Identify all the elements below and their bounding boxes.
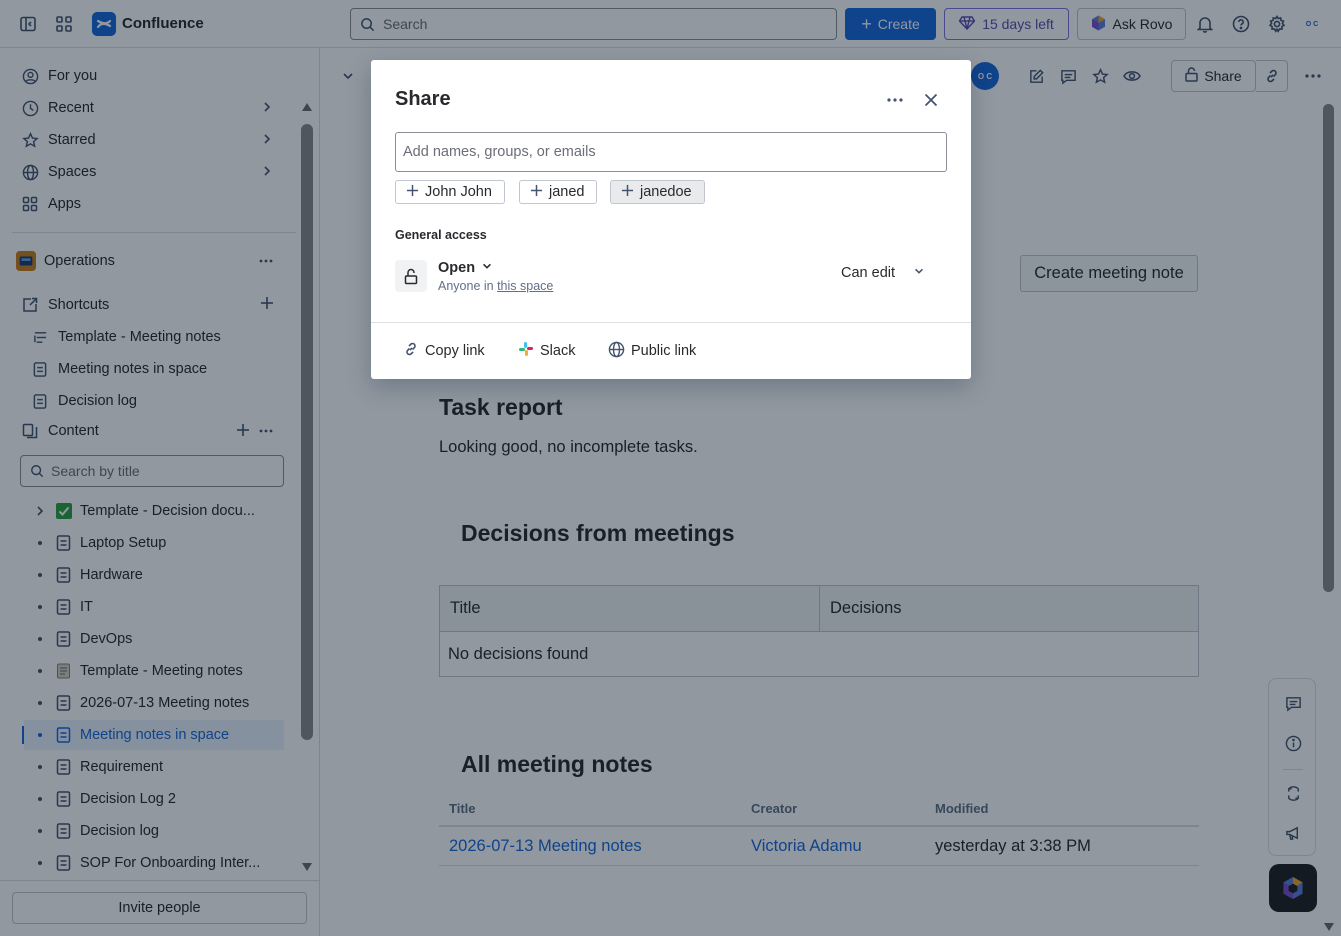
suggestion-chip[interactable]: janed [519, 180, 598, 204]
chip-label: janed [549, 184, 585, 200]
add-people-input[interactable] [395, 132, 947, 172]
slack-button[interactable]: Slack [518, 338, 575, 364]
globe-icon [608, 341, 625, 362]
copy-link-button[interactable]: Copy link [403, 338, 485, 364]
general-access-label: General access [395, 228, 487, 242]
plus-icon [621, 184, 634, 201]
suggestion-chip[interactable]: janedoe [610, 180, 705, 204]
public-link-label: Public link [631, 343, 697, 359]
access-sub-text: Anyone in [438, 279, 498, 293]
divider [371, 322, 971, 323]
share-dialog: Share John John janed janedoe General ac… [371, 60, 971, 379]
permission-dropdown[interactable]: Can edit [841, 265, 925, 281]
permission-label: Can edit [841, 265, 896, 281]
copy-link-label: Copy link [425, 343, 485, 359]
more-options-icon[interactable] [883, 90, 907, 110]
chip-label: janedoe [640, 184, 692, 200]
chevron-down-icon [481, 260, 493, 276]
slack-icon [518, 341, 534, 361]
close-icon[interactable] [920, 90, 942, 110]
access-level-label: Open [438, 260, 476, 276]
plus-icon [530, 184, 543, 201]
chip-label: John John [425, 184, 492, 200]
plus-icon [406, 184, 419, 201]
access-level-dropdown[interactable]: Open [438, 260, 493, 276]
this-space-link[interactable]: this space [497, 279, 553, 293]
access-description: Anyone in this space [438, 279, 553, 293]
suggestion-chip[interactable]: John John [395, 180, 505, 204]
dialog-title: Share [395, 88, 451, 110]
chevron-down-icon [913, 265, 925, 281]
public-link-button[interactable]: Public link [608, 338, 696, 364]
unlock-icon [395, 260, 427, 292]
slack-label: Slack [540, 343, 576, 359]
link-icon [403, 341, 419, 361]
